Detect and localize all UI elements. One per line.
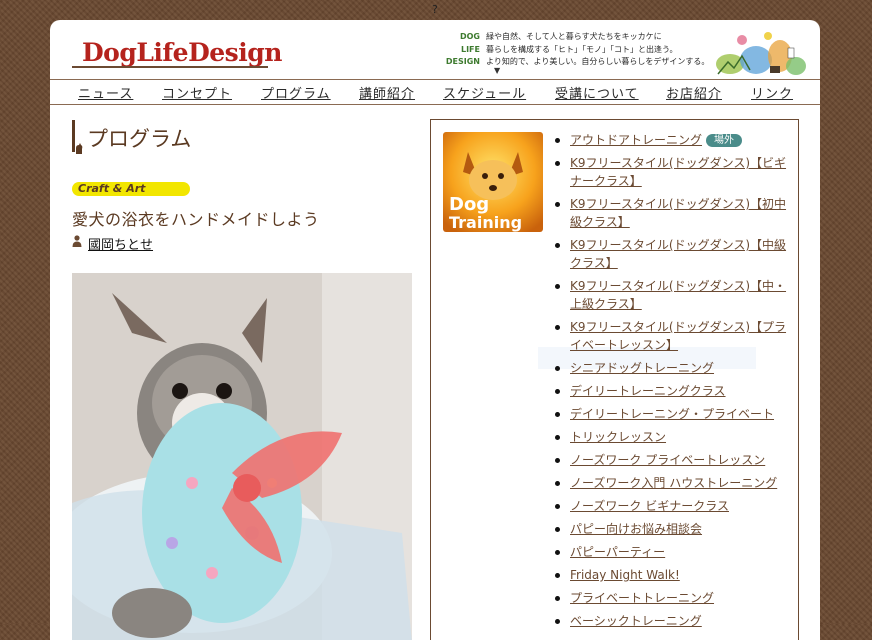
list-item: ノーズワーク ビギナークラス	[553, 497, 791, 515]
page-title: プログラム	[87, 127, 192, 151]
banner-text-2: Training	[449, 213, 522, 232]
program-link[interactable]: シニアドッグトレーニング	[570, 361, 714, 375]
list-item: ノーズワーク入門 ハウストレーニング	[553, 474, 791, 492]
page-container: DogLifeDesign DOG LIFE DESIGN 緑や自然、そして人と…	[50, 20, 820, 640]
article-title: 愛犬の浴衣をハンドメイドしよう	[72, 210, 320, 229]
chihuahua-yukata-image	[72, 273, 412, 640]
list-item: K9フリースタイル(ドッグダンス)【中級クラス】	[553, 236, 791, 272]
list-item: デイリートレーニング・プライベート	[553, 405, 791, 423]
outdoor-badge: 場外	[706, 134, 743, 147]
dog-icon	[76, 143, 83, 154]
tagline-line-1: 緑や自然、そして人と暮らす犬たちをキッカケに	[486, 32, 662, 41]
program-list: アウトドアトレーニング 場外 K9フリースタイル(ドッグダンス)【ビギナークラス】…	[553, 131, 791, 635]
program-link[interactable]: K9フリースタイル(ドッグダンス)【中級クラス】	[570, 238, 786, 270]
tagline-line-2: 暮らしを構成する「ヒト」「モノ」「コト」と出逢う。	[486, 44, 678, 54]
article-photo	[72, 273, 412, 640]
tagline-side-1: DOG	[459, 32, 480, 41]
program-link[interactable]: ノーズワーク ビギナークラス	[570, 499, 729, 513]
list-item: トリックレッスン	[553, 428, 791, 446]
list-item: K9フリースタイル(ドッグダンス)【中・上級クラス】	[553, 277, 791, 313]
list-item: ノーズワーク プライベートレッスン	[553, 451, 791, 469]
list-item: シニアドッグトレーニング	[553, 359, 791, 377]
list-item: アウトドアトレーニング 場外	[553, 131, 791, 149]
list-item: パピー向けお悩み相談会	[553, 520, 791, 538]
tagline-arrow-icon: ▼	[494, 66, 501, 75]
program-link[interactable]: トリックレッスン	[570, 430, 666, 444]
top-glyph: ?	[432, 3, 438, 16]
list-item: デイリートレーニングクラス	[553, 382, 791, 400]
nav-shop[interactable]: お店紹介	[666, 83, 722, 102]
program-link[interactable]: デイリートレーニングクラス	[570, 384, 726, 398]
site-logo[interactable]: DogLifeDesign	[82, 38, 282, 67]
tagline-text: 緑や自然、そして人と暮らす犬たちをキッカケに 暮らしを構成する「ヒト」「モノ」「…	[486, 31, 716, 69]
list-item: K9フリースタイル(ドッグダンス)【初中級クラス】	[553, 195, 791, 231]
list-item: プライベートトレーニング	[553, 589, 791, 607]
tagline-side-3: DESIGN	[445, 57, 480, 66]
program-link[interactable]: アウトドアトレーニング	[570, 133, 702, 147]
nav-enrollment[interactable]: 受講について	[555, 83, 639, 102]
tagline-side: DOG LIFE DESIGN	[442, 31, 480, 69]
list-item: Friday Night Walk!	[553, 566, 791, 584]
category-badge[interactable]: Craft & Art	[72, 182, 190, 196]
banner-text-1: Dog	[449, 194, 489, 215]
dog-training-banner: Dog Training	[443, 132, 543, 232]
program-link[interactable]: パピー向けお悩み相談会	[570, 522, 702, 536]
program-link[interactable]: K9フリースタイル(ドッグダンス)【プライベートレッスン】	[570, 320, 786, 352]
nav-schedule[interactable]: スケジュール	[443, 83, 526, 102]
list-item: K9フリースタイル(ドッグダンス)【プライベートレッスン】	[553, 318, 791, 354]
tagline-side-2: LIFE	[460, 44, 480, 54]
program-link[interactable]: K9フリースタイル(ドッグダンス)【中・上級クラス】	[570, 279, 786, 311]
list-item: パピーパーティー	[553, 543, 791, 561]
program-link[interactable]: ノーズワーク入門 ハウストレーニング	[570, 476, 777, 490]
list-item: ベーシックトレーニング	[553, 612, 791, 630]
nav-concept[interactable]: コンセプト	[162, 83, 232, 102]
category-label: Craft & Art	[78, 182, 146, 195]
header-illustration	[716, 32, 806, 75]
person-icon	[72, 235, 82, 247]
nav-program[interactable]: プログラム	[261, 83, 331, 102]
author-link[interactable]: 國岡ちとせ	[88, 234, 153, 253]
program-link[interactable]: プライベートトレーニング	[570, 591, 714, 605]
dog-training-image[interactable]: Dog Training	[443, 132, 543, 232]
program-link[interactable]: ノーズワーク プライベートレッスン	[570, 453, 765, 467]
list-item: K9フリースタイル(ドッグダンス)【ビギナークラス】	[553, 154, 791, 190]
tagline-line-3: より知的で、より美しい。自分らしい暮らしをデザインする。	[486, 57, 710, 66]
program-link[interactable]: K9フリースタイル(ドッグダンス)【ビギナークラス】	[570, 156, 786, 188]
program-sidebar: Dog Training アウトドアトレーニング 場外 K9フリースタイル(ドッグ…	[430, 119, 799, 640]
program-link[interactable]: パピーパーティー	[570, 545, 665, 559]
program-link[interactable]: Friday Night Walk!	[570, 568, 680, 582]
program-link[interactable]: K9フリースタイル(ドッグダンス)【初中級クラス】	[570, 197, 786, 229]
nav-news[interactable]: ニュース	[78, 83, 133, 102]
program-link[interactable]: ベーシックトレーニング	[570, 614, 702, 628]
program-link[interactable]: デイリートレーニング・プライベート	[570, 407, 774, 421]
main-nav: ニュース コンセプト プログラム 講師紹介 スケジュール 受講について お店紹介…	[50, 79, 820, 105]
logo-underline	[72, 66, 268, 68]
nav-instructors[interactable]: 講師紹介	[359, 83, 415, 102]
nav-links[interactable]: リンク	[751, 83, 793, 102]
